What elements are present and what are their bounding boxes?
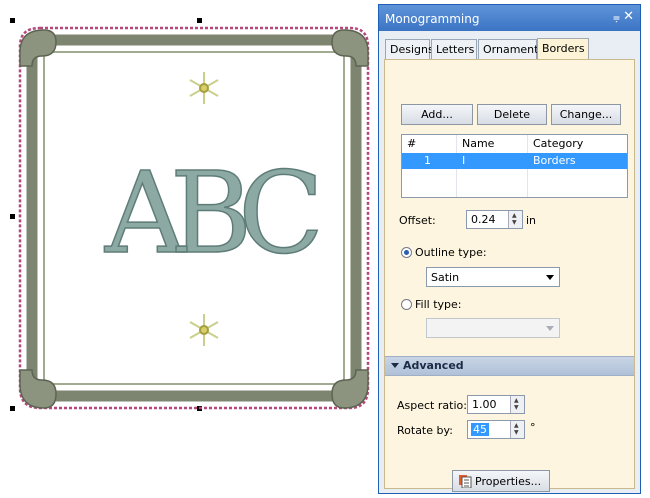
rotate-by-label: Rotate by: [397, 424, 453, 437]
column-header-number[interactable]: # [407, 135, 416, 152]
borders-list[interactable]: # Name Category 1 I Borders [401, 134, 628, 198]
rotate-by-value: 45 [471, 423, 489, 436]
tab-borders[interactable]: Borders [537, 38, 589, 60]
list-header: # Name Category [402, 135, 627, 154]
spinner-arrows-icon[interactable]: ▲ ▼ [510, 421, 524, 438]
delete-button[interactable]: Delete [477, 104, 547, 125]
tab-letters[interactable]: Letters [431, 39, 477, 59]
monogram-letters: ABC [104, 149, 317, 279]
tab-designs[interactable]: Designs [385, 39, 434, 59]
change-button[interactable]: Change... [551, 104, 621, 125]
spinner-arrows-icon[interactable]: ▲ ▼ [510, 396, 524, 413]
spinner-arrows-icon[interactable]: ▲ ▼ [508, 211, 522, 228]
aspect-ratio-value: 1.00 [472, 398, 497, 411]
properties-button[interactable]: Properties... [452, 470, 550, 492]
offset-spinner[interactable]: 0.24 ▲ ▼ [466, 210, 523, 229]
offset-unit: in [526, 214, 537, 227]
fill-type-label: Fill type: [415, 298, 462, 311]
star-ornament [189, 314, 219, 346]
close-icon[interactable]: ✕ [623, 9, 634, 24]
outline-type-value: Satin [431, 271, 460, 284]
rotate-by-spinner[interactable]: 45 ▲ ▼ [467, 420, 525, 439]
properties-icon [459, 475, 472, 488]
pin-icon[interactable]: ⩦ [613, 10, 620, 25]
advanced-section-title: Advanced [403, 359, 464, 372]
tab-ornaments[interactable]: Ornaments [478, 39, 544, 59]
add-button[interactable]: Add... [401, 104, 473, 125]
column-header-category[interactable]: Category [533, 135, 583, 152]
monogram-design[interactable]: ABC [10, 22, 378, 418]
borders-tab-content: Add... Delete Change... # Name Category … [384, 59, 635, 492]
advanced-section-header[interactable]: Advanced [385, 356, 634, 376]
fill-type-select[interactable] [426, 318, 560, 338]
outline-type-select[interactable]: Satin [426, 267, 560, 287]
aspect-ratio-label: Aspect ratio: [397, 399, 467, 412]
list-item[interactable]: 1 I Borders [402, 153, 627, 169]
rotate-by-unit: ° [530, 421, 536, 434]
chevron-down-icon [546, 275, 554, 280]
outline-type-radio[interactable] [401, 247, 412, 258]
panel-body: Designs Letters Ornaments Borders Add...… [379, 31, 640, 493]
row-name: I [462, 154, 466, 167]
aspect-ratio-spinner[interactable]: 1.00 ▲ ▼ [467, 395, 525, 414]
collapse-triangle-icon [391, 363, 399, 368]
panel-titlebar: Monogramming ⩦ ✕ [379, 5, 640, 31]
panel-title: Monogramming [385, 12, 480, 26]
fill-type-radio[interactable] [401, 299, 412, 310]
offset-value: 0.24 [471, 213, 496, 226]
properties-label: Properties... [475, 475, 542, 488]
row-category: Borders [533, 154, 576, 167]
offset-label: Offset: [399, 214, 436, 227]
monogramming-panel: Monogramming ⩦ ✕ Designs Letters Ornamen… [378, 4, 641, 494]
design-canvas[interactable]: ABC [0, 0, 378, 498]
outline-type-label: Outline type: [415, 246, 487, 259]
column-header-name[interactable]: Name [462, 135, 494, 152]
row-number: 1 [424, 154, 431, 167]
star-ornament [189, 72, 219, 104]
chevron-down-icon [546, 326, 554, 331]
